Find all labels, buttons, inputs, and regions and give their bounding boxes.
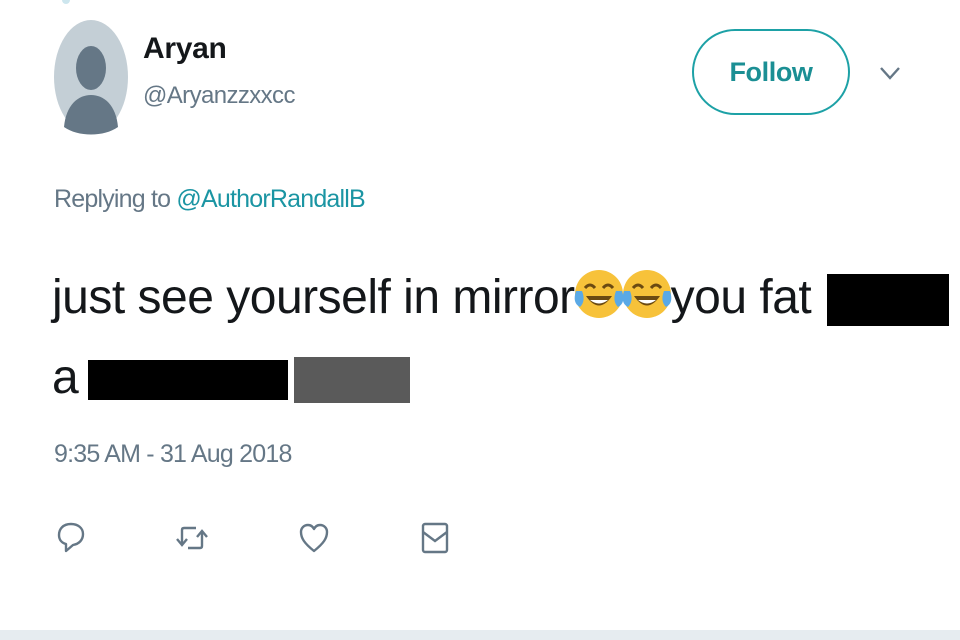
redaction-bar: [88, 360, 289, 401]
follow-button[interactable]: Follow: [692, 29, 850, 115]
tweet-timestamp[interactable]: 9:35 AM - 31 Aug 2018: [54, 440, 292, 469]
tweet-divider: [0, 630, 960, 640]
reply-mention-link[interactable]: @AuthorRandallB: [176, 185, 365, 213]
direct-message-icon[interactable]: [419, 520, 451, 556]
tweet-text-line-2: a: [52, 338, 922, 418]
author-name[interactable]: Aryan: [143, 32, 295, 66]
tweet-text-segment: a: [52, 351, 79, 404]
previous-tweet-edge: [0, 0, 960, 6]
tweet-text: just see yourself in mirror you fat a: [52, 258, 950, 418]
tears-of-joy-emoji-icon: [574, 270, 623, 318]
masked-slur: [294, 357, 411, 404]
thread-line: [62, 0, 70, 4]
author-handle[interactable]: @Aryanzzxxcc: [143, 82, 295, 110]
redaction-bar: [827, 274, 950, 327]
avatar[interactable]: [54, 19, 128, 135]
retweet-icon[interactable]: [176, 520, 208, 556]
tweet-text-segment: just see yourself in mirror: [52, 271, 575, 324]
like-icon[interactable]: [298, 520, 330, 556]
tweet-text-line-1: just see yourself in mirror you fat: [52, 258, 950, 338]
follow-label: Follow: [729, 56, 813, 87]
reply-prefix: Replying to: [54, 185, 177, 213]
chevron-down-icon[interactable]: [877, 64, 903, 82]
author-info[interactable]: Aryan @Aryanzzxxcc: [143, 32, 295, 110]
tweet-text-segment: you fat: [670, 271, 812, 324]
reply-icon[interactable]: [55, 520, 87, 556]
tears-of-joy-emoji-icon: [622, 270, 671, 318]
reply-context: Replying to @AuthorRandallB: [54, 185, 366, 214]
